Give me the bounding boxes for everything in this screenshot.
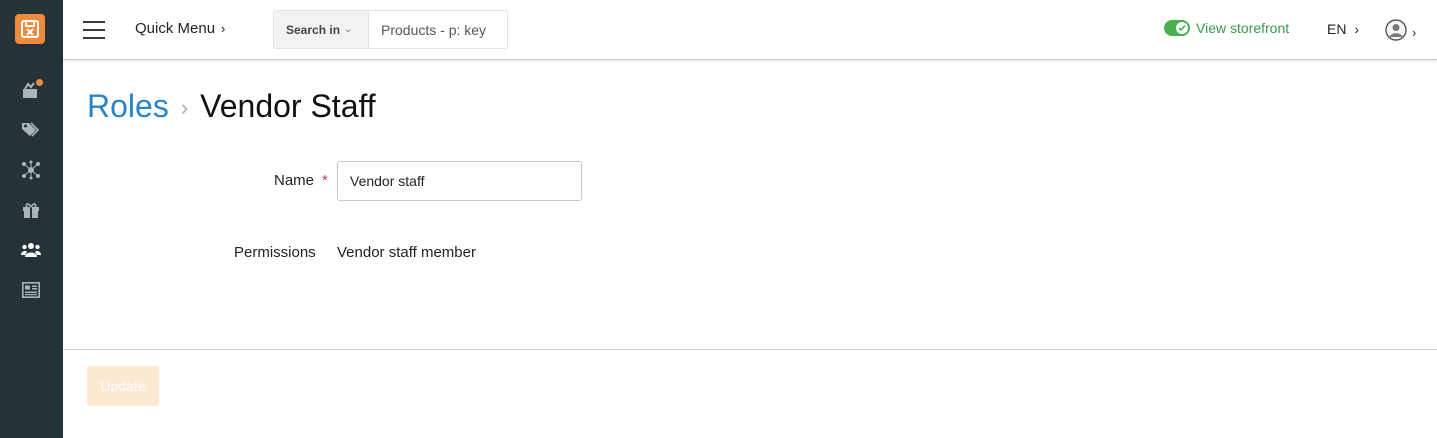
network-icon[interactable]	[21, 160, 41, 180]
permissions-label: Permissions	[234, 244, 316, 261]
chevron-right-icon: ›	[221, 21, 226, 36]
view-storefront-label[interactable]: View storefront	[1196, 20, 1289, 36]
permissions-value: Vendor staff member	[337, 244, 476, 261]
footer-divider	[63, 349, 1437, 350]
top-bar: Quick Menu› Search in ⌄ View storefront …	[63, 0, 1437, 60]
content-icon[interactable]	[21, 280, 41, 300]
required-mark: *	[322, 172, 328, 189]
check-icon	[1176, 22, 1188, 34]
user-menu[interactable]: ›	[1385, 19, 1416, 46]
view-storefront-toggle[interactable]: View storefront	[1164, 20, 1289, 36]
search-scope-dropdown[interactable]: Search in ⌄	[274, 11, 369, 48]
name-label-text: Name	[274, 172, 315, 189]
gift-icon[interactable]	[21, 200, 41, 220]
xcart-logo-icon[interactable]	[15, 14, 45, 44]
update-button[interactable]: Update	[87, 366, 159, 406]
search-box: Search in ⌄	[273, 10, 508, 49]
hamburger-menu-icon[interactable]	[83, 19, 105, 39]
chevron-down-icon: ⌄	[344, 24, 353, 35]
chevron-right-icon: ›	[1354, 21, 1360, 37]
breadcrumb: Roles › Vendor Staff	[87, 88, 376, 125]
user-avatar-icon	[1385, 19, 1407, 46]
users-icon[interactable]	[21, 240, 41, 260]
store-dashboard-icon[interactable]	[21, 79, 43, 100]
breadcrumb-roles-link[interactable]: Roles	[87, 88, 169, 125]
quick-menu-button[interactable]: Quick Menu ›	[135, 20, 225, 37]
tags-icon[interactable]	[21, 120, 41, 140]
storefront-switch[interactable]	[1164, 20, 1190, 36]
language-label: EN	[1327, 21, 1347, 37]
quick-menu-label: Quick Menu	[135, 20, 216, 37]
name-field[interactable]	[337, 161, 582, 201]
notification-badge	[36, 79, 43, 86]
page-title: Vendor Staff	[200, 88, 376, 124]
breadcrumb-separator-icon: ›	[180, 94, 189, 120]
search-input[interactable]	[369, 11, 507, 48]
search-scope-label: Search in	[286, 22, 341, 37]
name-label: Name *	[274, 172, 328, 189]
chevron-right-icon: ›	[1412, 25, 1417, 40]
left-sidebar	[0, 0, 63, 438]
language-selector[interactable]: EN ›	[1327, 21, 1359, 37]
